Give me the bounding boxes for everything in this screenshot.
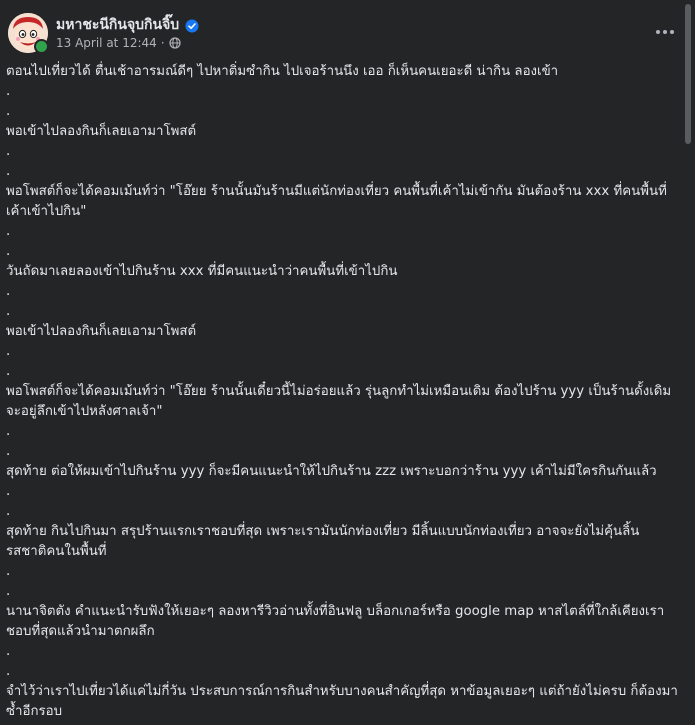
post-text-line: . [6,224,11,239]
post-text-line: จำไว้ว่าเราไปเที่ยวได้แค่ไม่กี่วัน ประสบ… [6,684,678,719]
post-text-line: . [6,584,11,599]
online-status-icon [34,39,49,54]
verified-badge-icon [185,18,199,33]
post-text-line: สุดท้าย ต่อให้ผมเข้าไปกินร้าน yyy ก็จะมี… [6,464,657,479]
post-text-line: . [6,364,11,379]
post-text-line: พอเข้าไปลองกินก็เลยเอามาโพสต์ [6,124,197,139]
post-text-line: . [6,424,11,439]
post-text-line: . [6,144,11,159]
post-text-line: . [6,444,11,459]
post-text-line: . [6,564,11,579]
post-text-line: . [6,284,11,299]
more-options-button[interactable] [653,20,677,44]
post-text-line: . [6,244,11,259]
post-meta: 13 April at 12:44 · [56,36,181,50]
globe-icon[interactable] [169,37,181,49]
post-text-line: . [6,104,11,119]
facebook-post: มหาชะนีกินจุบกินจิ๊บ 13 April at 12:44 · [0,0,695,725]
post-text-line: . [6,304,11,319]
post-text-line: . [6,84,11,99]
meta-separator: · [160,36,165,50]
post-text-line: . [6,344,11,359]
post-text-line: ตอนไปเที่ยวได้ ตื่นเช้าอารมณ์ดีๆ ไปหาติ่… [6,64,559,79]
post-text-line: . [6,664,11,679]
post-text-line: พอโพสต์ก็จะได้คอมเม้นท์ว่า "โอ๊ยย ร้านนั… [6,184,667,219]
post-text-line: พอโพสต์ก็จะได้คอมเม้นท์ว่า "โอ๊ยย ร้านนั… [6,384,676,419]
post-text-line: สุดท้าย กินไปกินมา สรุปร้านแรกเราชอบที่ส… [6,524,640,559]
post-text-line: . [6,484,11,499]
post-text-line: . [6,644,11,659]
post-text-line: พอเข้าไปลองกินก็เลยเอามาโพสต์ [6,324,197,339]
post-header: มหาชะนีกินจุบกินจิ๊บ 13 April at 12:44 · [0,0,695,62]
more-options-icon [656,30,674,34]
post-timestamp[interactable]: 13 April at 12:44 [56,36,157,50]
post-text-line: . [6,164,11,179]
post-text-line: วันถัดมาเลยลองเข้าไปกินร้าน xxx ที่มีคนแ… [6,264,398,279]
author-name[interactable]: มหาชะนีกินจุบกินจิ๊บ [56,14,179,36]
author-avatar[interactable] [8,13,49,54]
post-text-line: . [6,504,11,519]
post-body: ตอนไปเที่ยวได้ ตื่นเช้าอารมณ์ดีๆ ไปหาติ่… [6,62,678,722]
scrollbar[interactable] [685,4,691,144]
post-text-line: นานาจิตตัง คำแนะนำรับฟังให้เยอะๆ ลองหารี… [6,604,665,639]
author-row: มหาชะนีกินจุบกินจิ๊บ [56,14,199,36]
